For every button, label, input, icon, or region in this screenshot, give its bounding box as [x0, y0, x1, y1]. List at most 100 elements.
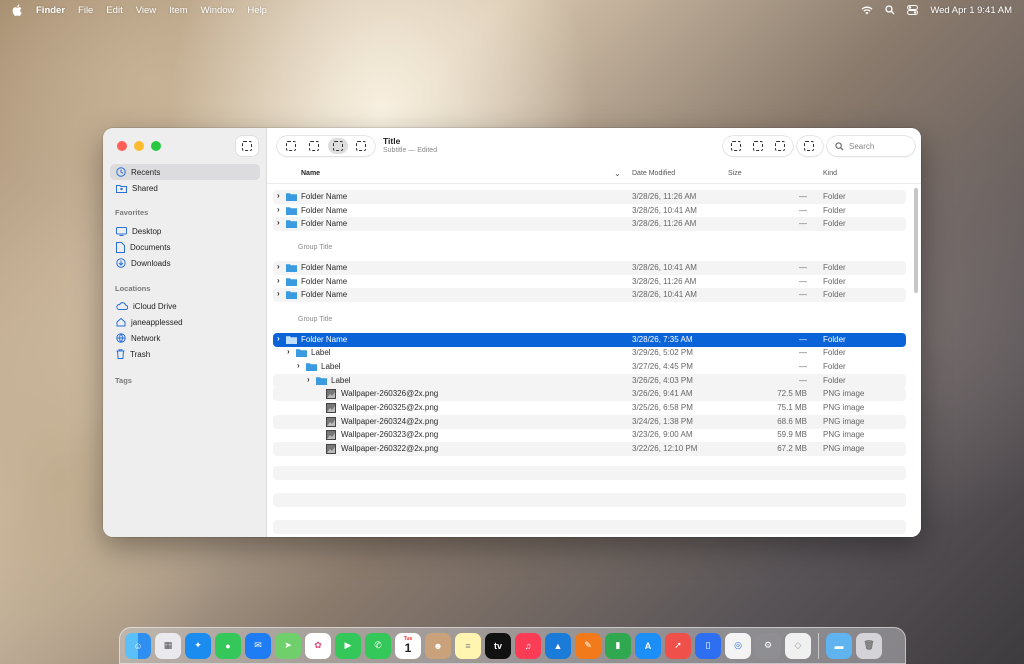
trash-icon[interactable]: 🗑 [856, 632, 882, 659]
sidebar-item-home[interactable]: janeapplessed [110, 314, 260, 330]
menu-window[interactable]: Window [201, 5, 235, 16]
launchpad-icon[interactable]: ▦ [155, 632, 181, 659]
zoom-button[interactable] [151, 141, 161, 151]
toolbar-button[interactable] [281, 138, 301, 154]
sidebar-item-icloud-drive[interactable]: iCloud Drive [110, 298, 260, 314]
disclosure-chevron-icon[interactable]: › [277, 276, 280, 285]
empty-row [273, 520, 906, 534]
toolbar-button[interactable] [352, 138, 372, 154]
disclosure-chevron-icon[interactable]: › [277, 289, 280, 298]
column-header-date[interactable]: Date Modified [632, 170, 675, 177]
menu-clock[interactable]: Wed Apr 1 9:41 AM [930, 5, 1012, 16]
table-row[interactable]: › Folder Name 3/28/26, 11:26 AM — Folder [273, 217, 906, 231]
sidebar-toggle-button[interactable] [236, 136, 258, 156]
toolbar-button[interactable] [799, 138, 819, 154]
table-row[interactable]: › Label 3/29/26, 5:02 PM — Folder [273, 346, 906, 360]
numbers-icon[interactable]: ▮ [605, 632, 631, 659]
file-kind: Folder [823, 206, 846, 215]
spotlight-search-icon[interactable] [885, 5, 895, 15]
sidebar-item-shared[interactable]: Shared [110, 180, 260, 196]
menu-edit[interactable]: Edit [106, 5, 122, 16]
column-header-size[interactable]: Size [728, 170, 742, 177]
group-title: Group Title [298, 244, 333, 251]
messages-icon[interactable]: ● [215, 632, 241, 659]
photos-icon[interactable]: ✿ [305, 632, 331, 659]
pages-icon[interactable]: ✎ [575, 632, 601, 659]
close-button[interactable] [117, 141, 127, 151]
calendar-icon[interactable]: Tue 1 [395, 632, 421, 659]
apple-logo-icon[interactable] [12, 4, 26, 16]
toolbar-button[interactable] [749, 138, 767, 154]
table-row[interactable]: › Folder Name 3/28/26, 7:35 AM — Folder [273, 333, 906, 347]
file-size: — [799, 335, 807, 344]
downloads-folder-icon[interactable]: ▬ [826, 632, 852, 659]
music-icon[interactable]: ♫ [515, 632, 541, 659]
disclosure-chevron-icon[interactable]: › [287, 347, 290, 356]
disclosure-chevron-icon[interactable]: › [297, 361, 300, 370]
column-header-name[interactable]: Name [301, 170, 320, 177]
sidebar-item-desktop[interactable]: Desktop [110, 223, 260, 239]
disclosure-chevron-icon[interactable]: › [277, 205, 280, 214]
disclosure-chevron-icon[interactable]: › [277, 334, 280, 343]
table-row[interactable]: › Label 3/27/26, 4:45 PM — Folder [273, 360, 906, 374]
toolbar-button[interactable] [305, 138, 325, 154]
preview-icon[interactable]: ◇ [785, 632, 811, 659]
app-store-icon[interactable]: A [635, 632, 661, 659]
phone-icon[interactable]: ✆ [365, 632, 391, 659]
toolbar: Title Subtitle — Edited Search [267, 128, 921, 164]
menu-file[interactable]: File [78, 5, 93, 16]
finder-icon[interactable]: ☺ [125, 632, 151, 659]
chevron-down-icon[interactable]: ⌄ [614, 169, 621, 178]
table-row[interactable]: › Label 3/26/26, 4:03 PM — Folder [273, 374, 906, 388]
table-row[interactable]: › Folder Name 3/28/26, 10:41 AM — Folder [273, 288, 906, 302]
apple-tv-icon[interactable]: tv [485, 632, 511, 659]
table-row[interactable]: Wallpaper-260326@2x.png 3/26/26, 9:41 AM 7… [273, 387, 906, 401]
toolbar-button[interactable] [727, 138, 745, 154]
control-center-icon[interactable] [907, 5, 919, 15]
toolbar-button-selected[interactable] [328, 138, 348, 154]
table-row[interactable]: Wallpaper-260322@2x.png 3/22/26, 12:10 PM… [273, 442, 906, 456]
rocket-icon[interactable]: ➚ [665, 632, 691, 659]
column-header-kind[interactable]: Kind [823, 170, 837, 177]
table-row[interactable]: Wallpaper-260324@2x.png 3/24/26, 1:38 PM 6… [273, 415, 906, 429]
disclosure-chevron-icon[interactable]: › [277, 218, 280, 227]
empty-row [273, 493, 906, 507]
maps-icon[interactable]: ➤ [275, 632, 301, 659]
disclosure-chevron-icon[interactable]: › [277, 262, 280, 271]
simulator-icon[interactable]: ▯ [695, 632, 721, 659]
menu-app-name[interactable]: Finder [36, 5, 65, 16]
system-settings-icon[interactable]: ⚙ [755, 632, 781, 659]
notes-icon[interactable]: ≡ [455, 632, 481, 659]
table-row[interactable]: › Folder Name 3/28/26, 10:41 AM — Folder [273, 204, 906, 218]
sidebar-item-trash[interactable]: Trash [110, 346, 260, 362]
disclosure-chevron-icon[interactable]: › [307, 375, 310, 384]
tv-label: tv [493, 640, 502, 651]
mail-icon[interactable]: ✉ [245, 632, 271, 659]
minimize-button[interactable] [134, 141, 144, 151]
sidebar-item-recents[interactable]: Recents [110, 164, 260, 180]
toolbar-button[interactable] [771, 138, 789, 154]
table-row[interactable]: Wallpaper-260323@2x.png 3/23/26, 9:00 AM 5… [273, 428, 906, 442]
disclosure-chevron-icon[interactable]: › [277, 191, 280, 200]
file-name: Wallpaper-260326@2x.png [341, 389, 439, 398]
accessibility-icon[interactable]: ◎ [725, 632, 751, 659]
table-row[interactable]: Wallpaper-260325@2x.png 3/25/26, 6:58 PM 7… [273, 401, 906, 415]
sidebar-item-documents[interactable]: Documents [110, 239, 260, 255]
safari-icon[interactable]: ✦ [185, 632, 211, 659]
search-field[interactable]: Search [827, 136, 915, 156]
contacts-icon[interactable]: ☻ [425, 632, 451, 659]
vertical-scrollbar[interactable] [914, 188, 918, 293]
sidebar-item-network[interactable]: Network [110, 330, 260, 346]
facetime-icon[interactable]: ▶ [335, 632, 361, 659]
wifi-icon[interactable] [861, 6, 873, 15]
file-size: 59.9 MB [777, 430, 807, 439]
table-row[interactable]: › Folder Name 3/28/26, 11:26 AM — Folder [273, 190, 906, 204]
menu-view[interactable]: View [136, 5, 156, 16]
keynote-icon[interactable]: ▲ [545, 632, 571, 659]
sidebar-item-downloads[interactable]: Downloads [110, 255, 260, 271]
table-row[interactable]: › Folder Name 3/28/26, 10:41 AM — Folder [273, 261, 906, 275]
placeholder-icon [242, 141, 252, 151]
menu-item[interactable]: Item [169, 5, 187, 16]
menu-help[interactable]: Help [247, 5, 267, 16]
table-row[interactable]: › Folder Name 3/28/26, 11:26 AM — Folder [273, 275, 906, 289]
